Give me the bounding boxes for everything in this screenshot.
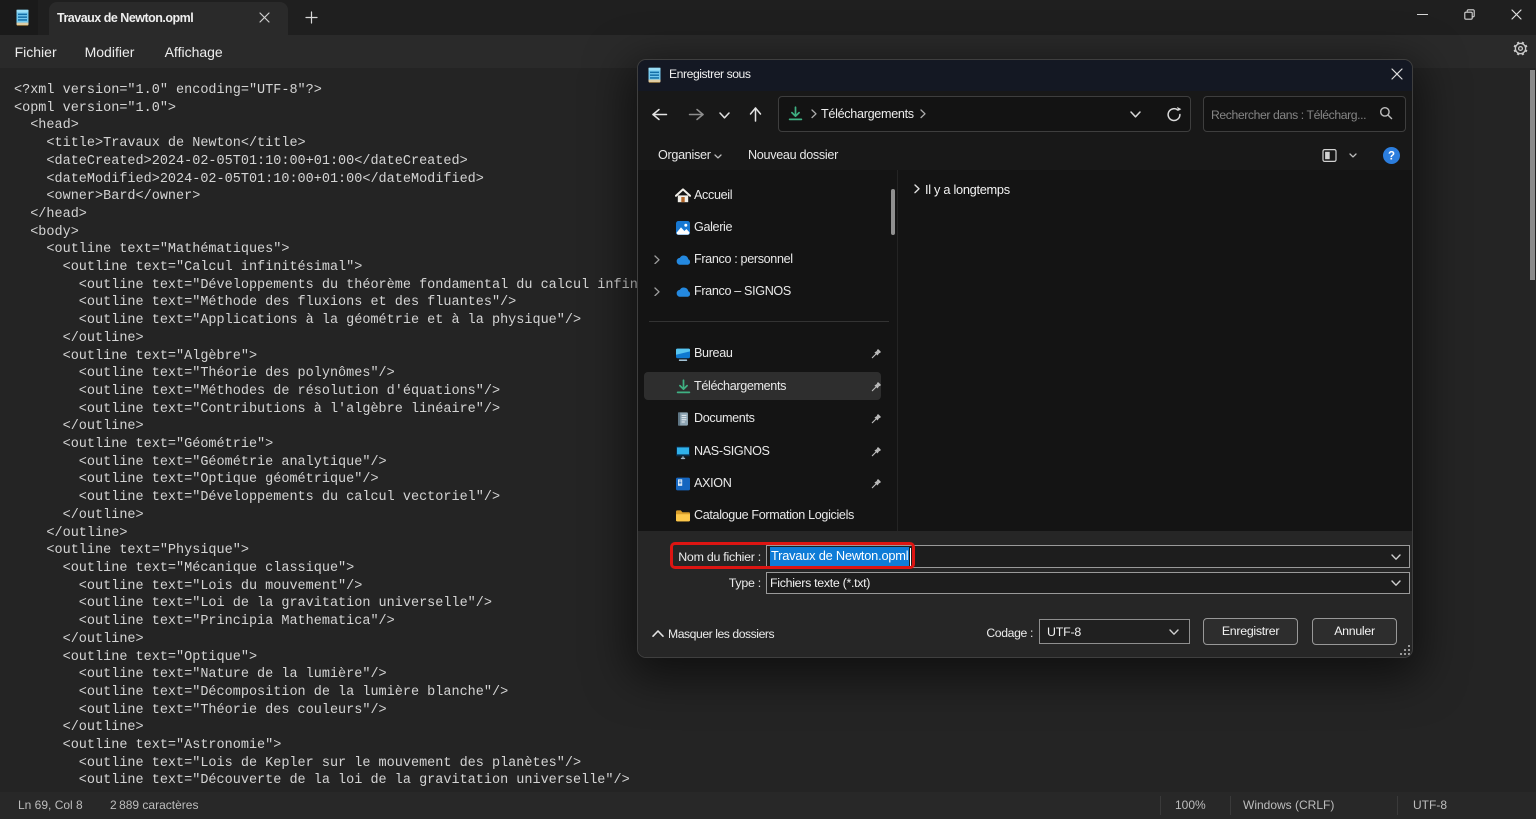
svg-text:?: ? bbox=[1388, 151, 1395, 163]
